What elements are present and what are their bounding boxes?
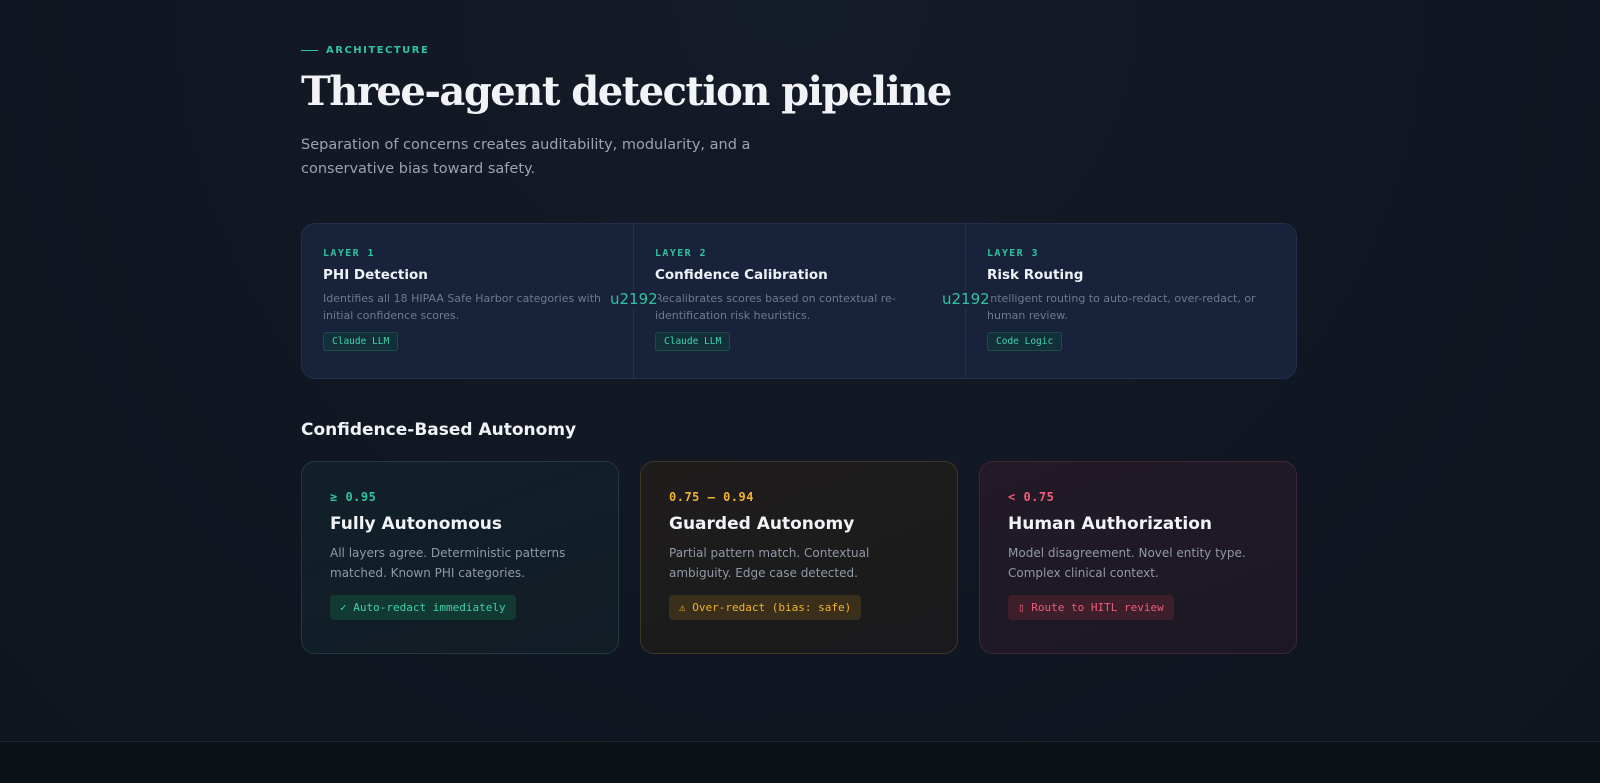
action-badge: ✓ Auto-redact immediately [330, 595, 516, 620]
card-description: Model disagreement. Novel entity type. C… [1008, 546, 1246, 580]
card-title: Fully Autonomous [330, 514, 502, 534]
confidence-range: ≥ 0.95 [330, 490, 377, 504]
pipeline-layer-2: u2192 LAYER 2 Confidence Calibration Rec… [610, 224, 966, 378]
page-title: Three-agent detection pipeline [301, 68, 952, 115]
autonomy-card-full: ≥ 0.95 Fully Autonomous All layers agree… [301, 461, 619, 654]
confidence-range: < 0.75 [1008, 490, 1055, 504]
pipeline-layer-3: u2192 LAYER 3 Risk Routing Intelligent r… [942, 224, 1296, 378]
autonomy-section-title: Confidence-Based Autonomy [301, 420, 577, 440]
card-title: Guarded Autonomy [669, 514, 855, 534]
card-description: Partial pattern match. Contextual ambigu… [669, 546, 870, 580]
layer-description: Recalibrates scores based on contextual … [655, 292, 896, 322]
layer-tag: LAYER 3 [987, 248, 1039, 259]
card-description: All layers agree. Deterministic patterns… [330, 546, 566, 580]
eyebrow-label: ARCHITECTURE [326, 45, 430, 56]
layer-chip: Claude LLM [655, 332, 731, 351]
layer-description: Identifies all 18 HIPAA Safe Harbor cate… [323, 292, 602, 322]
layer-tag: LAYER 1 [323, 248, 375, 259]
action-badge: ▯ Route to HITL review [1008, 595, 1174, 620]
eyebrow-dash [301, 49, 318, 52]
layer-name: Risk Routing [987, 267, 1084, 283]
autonomy-card-guarded: 0.75 – 0.94 Guarded Autonomy Partial pat… [640, 461, 958, 654]
layer-chip: Claude LLM [323, 332, 399, 351]
page: ARCHITECTURE Three-agent detection pipel… [0, 0, 1600, 783]
autonomy-cards: ≥ 0.95 Fully Autonomous All layers agree… [301, 461, 1297, 654]
layer-tag: LAYER 2 [655, 248, 707, 259]
page-subtitle: Separation of concerns creates auditabil… [301, 137, 751, 177]
layer-chip: Code Logic [987, 332, 1063, 351]
confidence-range: 0.75 – 0.94 [669, 490, 754, 504]
arrow-right-icon: u2192 [942, 290, 990, 308]
card-title: Human Authorization [1008, 514, 1213, 534]
section-eyebrow: ARCHITECTURE [301, 45, 429, 56]
arrow-right-icon: u2192 [610, 290, 658, 308]
layer-name: Confidence Calibration [655, 267, 828, 283]
pipeline-layer-1: LAYER 1 PHI Detection Identifies all 18 … [302, 224, 634, 378]
layer-description: Intelligent routing to auto-redact, over… [987, 292, 1256, 322]
action-badge: ⚠ Over-redact (bias: safe) [669, 595, 862, 620]
autonomy-card-human: < 0.75 Human Authorization Model disagre… [979, 461, 1297, 654]
footer-bar [0, 741, 1600, 783]
layer-name: PHI Detection [323, 267, 428, 283]
pipeline-panel: LAYER 1 PHI Detection Identifies all 18 … [301, 223, 1297, 379]
